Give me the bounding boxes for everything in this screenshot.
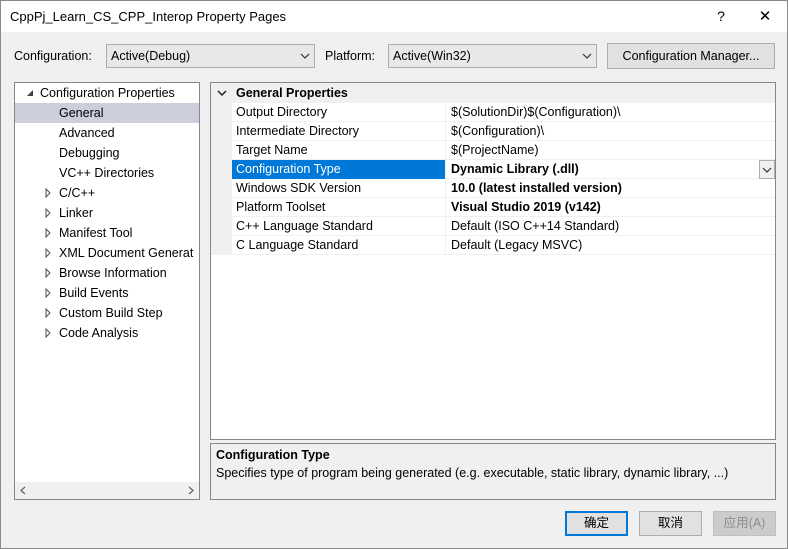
configuration-label: Configuration:	[14, 49, 92, 63]
tree-item-label: Build Events	[59, 286, 129, 300]
tree-item-advanced[interactable]: Advanced	[15, 123, 199, 143]
description-text: Specifies type of program being generate…	[216, 466, 729, 480]
property-row-platform-toolset[interactable]: Platform Toolset Visual Studio 2019 (v142…	[211, 198, 775, 217]
grid-section-title: General Properties	[236, 86, 348, 100]
property-value[interactable]: 10.0 (latest installed version)	[447, 179, 622, 198]
tree-item-label: Custom Build Step	[59, 306, 163, 320]
row-gutter	[211, 198, 232, 217]
property-row-output-directory[interactable]: Output Directory $(SolutionDir)$(Configur…	[211, 103, 775, 122]
collapsed-triangle-icon[interactable]	[43, 308, 53, 318]
tree-item-label: Debugging	[59, 146, 120, 160]
chevron-down-icon	[582, 53, 592, 59]
chevron-down-icon	[762, 167, 772, 173]
row-gutter	[211, 160, 232, 179]
tree-item-xml-document-generat[interactable]: XML Document Generat	[15, 243, 199, 263]
tree-item-general[interactable]: General	[15, 103, 199, 123]
scroll-right-icon[interactable]	[187, 486, 195, 495]
property-grid: General Properties Output Directory $(Sol…	[210, 82, 776, 440]
property-row-c-language-standard[interactable]: C++ Language Standard Default (ISO C++14 …	[211, 217, 775, 236]
property-name[interactable]: Windows SDK Version	[232, 179, 446, 198]
row-gutter	[211, 236, 232, 255]
collapsed-triangle-icon[interactable]	[43, 208, 53, 218]
tree-item-label: Manifest Tool	[59, 226, 133, 240]
property-row-target-name[interactable]: Target Name $(ProjectName)	[211, 141, 775, 160]
property-value[interactable]: Default (Legacy MSVC)	[447, 236, 582, 255]
tree-item-label: General	[59, 106, 104, 120]
collapsed-triangle-icon[interactable]	[43, 248, 53, 258]
configuration-value: Active(Debug)	[111, 49, 191, 63]
collapsed-triangle-icon[interactable]	[43, 188, 53, 198]
row-gutter	[211, 179, 232, 198]
tree-item-label: C/C++	[59, 186, 96, 200]
ok-button[interactable]: 确定	[565, 511, 628, 536]
property-row-intermediate-directory[interactable]: Intermediate Directory $(Configuration)\	[211, 122, 775, 141]
property-value[interactable]: Visual Studio 2019 (v142)	[447, 198, 601, 217]
tree-item-vc-directories[interactable]: VC++ Directories	[15, 163, 199, 183]
description-title: Configuration Type	[216, 448, 330, 462]
collapsed-triangle-icon[interactable]	[43, 288, 53, 298]
tree-item-build-events[interactable]: Build Events	[15, 283, 199, 303]
tree-item-code-analysis[interactable]: Code Analysis	[15, 323, 199, 343]
tree-item-label: Linker	[59, 206, 94, 220]
property-value[interactable]: $(SolutionDir)$(Configuration)\	[447, 103, 621, 122]
cancel-button[interactable]: 取消	[639, 511, 702, 536]
tree-horizontal-scrollbar[interactable]	[15, 482, 199, 499]
property-name[interactable]: Output Directory	[232, 103, 446, 122]
collapse-chevron-icon[interactable]	[217, 88, 227, 98]
apply-button[interactable]: 应用(A)	[713, 511, 776, 536]
collapsed-triangle-icon[interactable]	[43, 268, 53, 278]
platform-dropdown[interactable]: Active(Win32)	[388, 44, 597, 68]
tree-item-label: VC++ Directories	[59, 166, 155, 180]
grid-section-header[interactable]: General Properties	[211, 83, 775, 103]
property-name[interactable]: Target Name	[232, 141, 446, 160]
property-name[interactable]: Intermediate Directory	[232, 122, 446, 141]
tree-item-linker[interactable]: Linker	[15, 203, 199, 223]
tree-item-label: Code Analysis	[59, 326, 139, 340]
property-tree: Configuration Properties General Advanced…	[14, 82, 200, 500]
property-name[interactable]: C++ Language Standard	[232, 217, 446, 236]
window-title: CppPj_Learn_CS_CPP_Interop Property Page…	[10, 9, 287, 24]
property-row-c-language-standard[interactable]: C Language Standard Default (Legacy MSVC)	[211, 236, 775, 255]
chevron-down-icon	[300, 53, 310, 59]
value-dropdown-button[interactable]	[759, 160, 775, 179]
expanded-triangle-icon	[27, 90, 33, 96]
configuration-manager-button[interactable]: Configuration Manager...	[607, 43, 775, 69]
tree-item-browse-information[interactable]: Browse Information	[15, 263, 199, 283]
tree-item-configuration-properties[interactable]: Configuration Properties	[15, 83, 199, 103]
help-button[interactable]: ?	[699, 1, 743, 32]
row-gutter	[211, 217, 232, 236]
close-button[interactable]: ✕	[743, 1, 787, 32]
property-value[interactable]: Default (ISO C++14 Standard)	[447, 217, 619, 236]
description-panel: Configuration Type Specifies type of pro…	[210, 443, 776, 500]
property-name[interactable]: Configuration Type	[232, 160, 446, 179]
property-name[interactable]: Platform Toolset	[232, 198, 446, 217]
tree-item-label: Advanced	[59, 126, 115, 140]
property-name[interactable]: C Language Standard	[232, 236, 446, 255]
property-value[interactable]: $(ProjectName)	[447, 141, 539, 160]
collapsed-triangle-icon[interactable]	[43, 228, 53, 238]
property-value[interactable]: Dynamic Library (.dll)	[447, 160, 579, 179]
row-gutter	[211, 103, 232, 122]
tree-item-custom-build-step[interactable]: Custom Build Step	[15, 303, 199, 323]
tree-item-label: XML Document Generat	[59, 246, 194, 260]
tree-root-label: Configuration Properties	[40, 86, 175, 100]
property-row-windows-sdk-version[interactable]: Windows SDK Version 10.0 (latest installe…	[211, 179, 775, 198]
tree-item-debugging[interactable]: Debugging	[15, 143, 199, 163]
title-bar: CppPj_Learn_CS_CPP_Interop Property Page…	[1, 1, 787, 32]
tree-item-c-c[interactable]: C/C++	[15, 183, 199, 203]
configuration-dropdown[interactable]: Active(Debug)	[106, 44, 315, 68]
property-row-configuration-type[interactable]: Configuration Type Dynamic Library (.dll)	[211, 160, 775, 179]
row-gutter	[211, 122, 232, 141]
platform-label: Platform:	[325, 49, 376, 63]
row-gutter	[211, 141, 232, 160]
tree-item-manifest-tool[interactable]: Manifest Tool	[15, 223, 199, 243]
property-value[interactable]: $(Configuration)\	[447, 122, 544, 141]
scroll-left-icon[interactable]	[19, 486, 27, 495]
tree-item-label: Browse Information	[59, 266, 167, 280]
collapsed-triangle-icon[interactable]	[43, 328, 53, 338]
platform-value: Active(Win32)	[393, 49, 471, 63]
property-pages-dialog: CppPj_Learn_CS_CPP_Interop Property Page…	[0, 0, 788, 549]
